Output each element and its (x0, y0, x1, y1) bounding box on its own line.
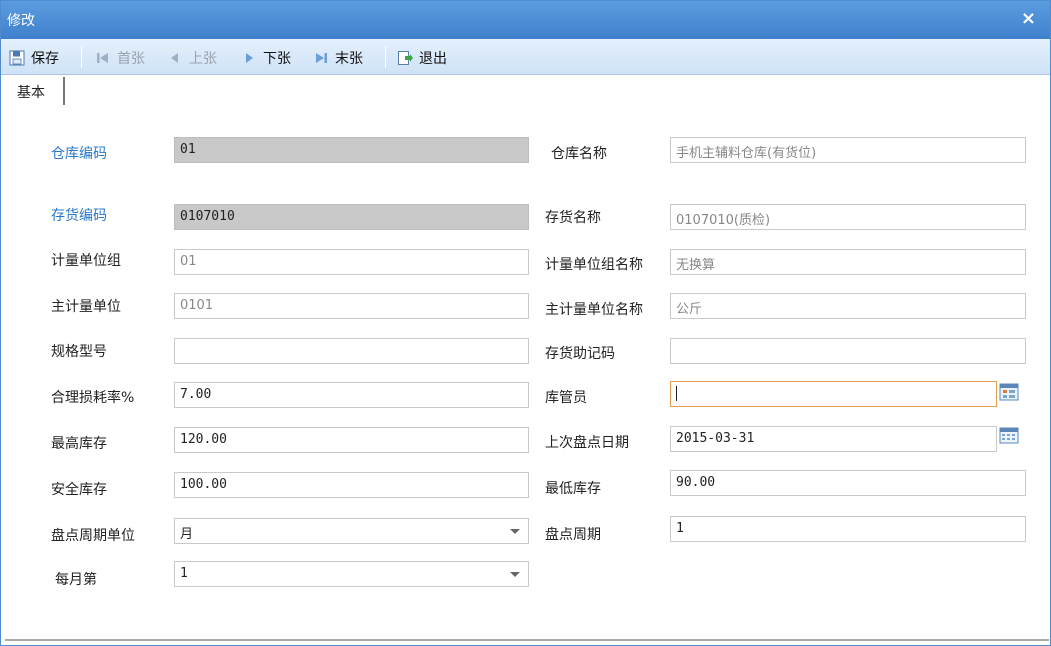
monthly-day-select[interactable]: 1 (174, 561, 529, 587)
first-record-icon (95, 50, 111, 66)
next-record-icon (241, 50, 257, 66)
edit-dialog: 修改 × 保存 首张 上张 下张 末张 退出 基本 仓库编码 01 仓库名称 手… (0, 0, 1051, 646)
min-stock-field[interactable]: 90.00 (670, 470, 1026, 496)
dialog-title: 修改 (7, 13, 35, 29)
warehouse-name-field[interactable]: 手机主辅料仓库(有货位) (670, 137, 1026, 163)
warehouse-name-label: 仓库名称 (551, 146, 607, 162)
spec-model-label: 规格型号 (51, 344, 107, 360)
main-unit-label: 主计量单位 (51, 299, 121, 315)
next-record-button[interactable]: 下张 (241, 48, 291, 68)
loss-rate-field[interactable]: 7.00 (174, 382, 529, 408)
unit-group-name-label: 计量单位组名称 (545, 257, 643, 273)
check-cycle-unit-value: 月 (180, 527, 194, 542)
unit-group-name-field[interactable]: 无换算 (670, 249, 1026, 275)
inventory-name-label: 存货名称 (545, 210, 601, 226)
mnemonic-code-label: 存货助记码 (545, 346, 615, 362)
unit-group-field[interactable]: 01 (174, 249, 529, 275)
exit-icon (397, 50, 413, 66)
max-stock-field[interactable]: 120.00 (174, 427, 529, 453)
next-record-label: 下张 (263, 51, 291, 67)
inventory-code-label: 存货编码 (51, 208, 107, 224)
inventory-name-field[interactable]: 0107010(质检) (670, 204, 1026, 230)
first-record-button[interactable]: 首张 (95, 48, 145, 68)
save-label: 保存 (31, 51, 59, 67)
prev-record-button[interactable]: 上张 (167, 48, 217, 68)
check-cycle-field[interactable]: 1 (670, 516, 1026, 542)
tab-strip: 基本 (5, 77, 1049, 107)
toolbar-separator (81, 46, 82, 68)
safety-stock-label: 安全库存 (51, 482, 107, 498)
monthly-day-label: 每月第 (55, 572, 97, 588)
unit-group-label: 计量单位组 (51, 253, 121, 269)
last-check-date-field[interactable]: 2015-03-31 (670, 426, 997, 452)
keeper-label: 库管员 (545, 390, 587, 406)
prev-record-label: 上张 (189, 51, 217, 67)
prev-record-icon (167, 50, 183, 66)
chevron-down-icon (510, 529, 520, 534)
inventory-code-field[interactable]: 0107010 (174, 204, 529, 230)
monthly-day-value: 1 (180, 566, 188, 581)
last-record-icon (313, 50, 329, 66)
check-cycle-unit-label: 盘点周期单位 (51, 528, 135, 544)
warehouse-code-field[interactable]: 01 (174, 137, 529, 163)
floppy-disk-icon (9, 50, 25, 66)
check-cycle-label: 盘点周期 (545, 527, 601, 543)
last-check-date-label: 上次盘点日期 (545, 435, 629, 451)
first-record-label: 首张 (117, 51, 145, 67)
safety-stock-field[interactable]: 100.00 (174, 472, 529, 498)
chevron-down-icon (510, 572, 520, 577)
mnemonic-code-field[interactable] (670, 338, 1026, 364)
exit-button[interactable]: 退出 (397, 48, 447, 68)
main-unit-name-field[interactable]: 公斤 (670, 293, 1026, 319)
loss-rate-label: 合理损耗率% (51, 390, 135, 406)
keeper-lookup-icon[interactable] (999, 383, 1019, 401)
tab-basic[interactable]: 基本 (5, 77, 65, 105)
spec-model-field[interactable] (174, 338, 529, 364)
save-button[interactable]: 保存 (9, 48, 59, 68)
text-caret (676, 386, 677, 401)
max-stock-label: 最高库存 (51, 436, 107, 452)
exit-label: 退出 (419, 51, 447, 67)
main-unit-field[interactable]: 0101 (174, 293, 529, 319)
main-unit-name-label: 主计量单位名称 (545, 302, 643, 318)
check-cycle-unit-select[interactable]: 月 (174, 518, 529, 544)
close-icon[interactable]: × (1021, 9, 1036, 29)
title-bar: 修改 × (1, 1, 1050, 39)
last-record-button[interactable]: 末张 (313, 48, 363, 68)
warehouse-code-label: 仓库编码 (51, 146, 107, 162)
toolbar: 保存 首张 上张 下张 末张 退出 (1, 39, 1050, 75)
last-record-label: 末张 (335, 51, 363, 67)
min-stock-label: 最低库存 (545, 481, 601, 497)
toolbar-separator (385, 46, 386, 68)
calendar-icon[interactable] (999, 426, 1019, 444)
keeper-field[interactable] (670, 381, 997, 407)
